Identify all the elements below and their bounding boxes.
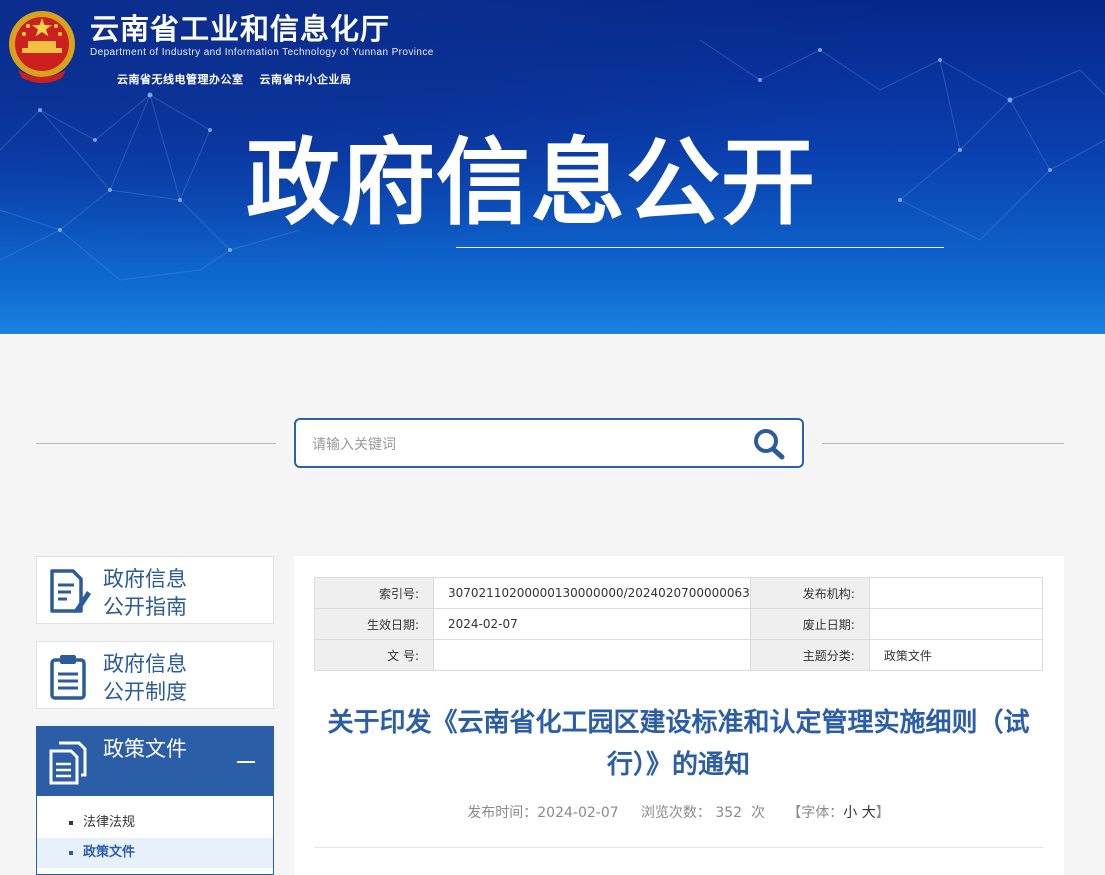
views-unit: 次	[751, 805, 765, 821]
sub-org-links: 云南省无线电管理办公室 云南省中小企业局	[117, 71, 352, 87]
document-pen-icon	[50, 569, 91, 613]
bullet-icon	[69, 851, 73, 855]
article-meta: 发布时间：2024-02-07 浏览次数： 352 次 【字体：小 大】	[314, 802, 1043, 822]
sidebar-item-disclosure-guide[interactable]: 政府信息 公开指南	[36, 556, 274, 624]
meta-value-repeal-date	[868, 608, 1044, 640]
meta-value-topic: 政策文件	[868, 639, 1044, 671]
meta-label-repeal-date: 废止日期:	[749, 608, 870, 640]
collapse-icon[interactable]	[237, 761, 255, 763]
font-large-button[interactable]: 大	[862, 805, 876, 821]
search-divider-right	[822, 443, 1064, 444]
meta-label-doc-no: 文 号:	[314, 639, 434, 671]
search-divider-left	[36, 443, 276, 444]
submenu-item-laws[interactable]: 法律法规	[37, 808, 273, 838]
meta-value-publisher	[868, 577, 1044, 609]
search-icon[interactable]	[752, 428, 786, 460]
publish-time: 2024-02-07	[537, 805, 619, 821]
national-emblem-icon	[9, 11, 75, 83]
org-name-english: Department of Industry and Information T…	[90, 47, 434, 58]
document-meta-table: 索引号: 30702110200000130000000/20240207000…	[314, 577, 1044, 671]
org-name: 云南省工业和信息化厅	[90, 12, 391, 46]
meta-label-index-no: 索引号:	[314, 577, 434, 609]
font-size-bracket: 】	[875, 805, 890, 821]
content-divider	[314, 847, 1043, 848]
submenu-item-policy-documents[interactable]: 政策文件	[37, 838, 273, 868]
header-banner: 云南省工业和信息化厅 Department of Industry and In…	[0, 0, 1105, 334]
sub-link-sme-bureau[interactable]: 云南省中小企业局	[260, 71, 352, 87]
hero-title: 政府信息公开	[246, 129, 817, 238]
meta-label-topic: 主题分类:	[749, 639, 870, 671]
views-label: 浏览次数：	[640, 805, 711, 821]
search-input[interactable]	[310, 432, 734, 458]
sidebar-submenu: 法律法规 政策文件	[36, 796, 274, 875]
views-count: 352	[715, 805, 743, 821]
meta-label-effective-date: 生效日期:	[314, 608, 434, 640]
content-panel: 索引号: 30702110200000130000000/20240207000…	[294, 556, 1064, 875]
bullet-icon	[69, 821, 73, 825]
search-box	[294, 418, 804, 468]
sub-link-radio-office[interactable]: 云南省无线电管理办公室	[117, 71, 244, 87]
publish-time-label: 发布时间：	[467, 805, 538, 821]
font-size-label: 【字体：	[787, 805, 844, 821]
stacked-documents-icon	[49, 741, 87, 785]
font-small-button[interactable]: 小	[843, 805, 857, 821]
clipboard-list-icon	[50, 655, 86, 700]
sidebar-item-label: 政府信息 公开指南	[103, 567, 187, 619]
sidebar-item-policy-documents[interactable]: 政策文件	[36, 726, 274, 796]
sidebar-item-label: 政策文件	[103, 737, 187, 761]
article-title: 关于印发《云南省化工园区建设标准和认定管理实施细则（试行）》的通知	[327, 708, 1030, 780]
hero-title-underline	[456, 247, 944, 248]
meta-value-effective-date: 2024-02-07	[433, 608, 751, 640]
meta-label-publisher: 发布机构:	[749, 577, 870, 609]
sidebar-item-label: 政府信息 公开制度	[103, 652, 187, 704]
meta-value-index-no: 30702110200000130000000/2024020700000063	[433, 577, 751, 609]
sidebar-item-disclosure-system[interactable]: 政府信息 公开制度	[36, 641, 274, 709]
meta-value-doc-no	[433, 639, 751, 671]
